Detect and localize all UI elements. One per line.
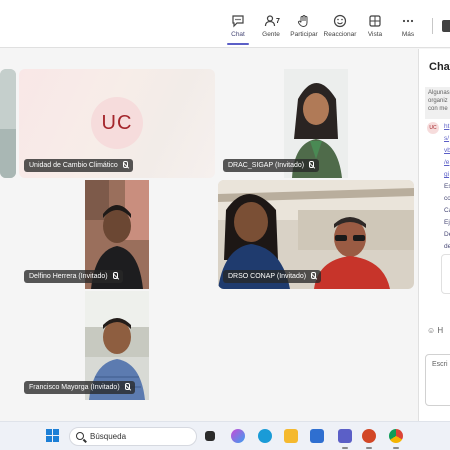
avatar: UC <box>427 122 439 134</box>
toolbar-divider <box>432 18 433 34</box>
people-hint: ☺ H <box>427 326 443 335</box>
mic-muted-icon <box>112 272 118 279</box>
chat-message: ht s/ vb /e gi Es co Ca Ej De de <box>444 121 450 253</box>
smile-icon <box>333 14 347 28</box>
chrome-icon[interactable] <box>389 429 403 443</box>
people-hint-text: H <box>437 326 444 335</box>
participant-video <box>0 69 16 178</box>
grid-icon <box>369 15 381 27</box>
message-link[interactable]: vb <box>444 145 450 157</box>
chat-icon <box>232 15 244 28</box>
copilot-icon[interactable] <box>231 429 245 443</box>
notice-line: organiz <box>428 98 448 104</box>
mic-muted-icon <box>122 161 128 168</box>
more-button[interactable]: Más <box>388 14 428 38</box>
message-link[interactable]: ht <box>444 121 450 133</box>
teams-icon[interactable] <box>338 429 352 443</box>
participant-name-tag: DRAC_SIGAP (Invitado) <box>223 159 320 172</box>
chat-notice: Algunas organiz con me <box>425 87 450 119</box>
message-line: de <box>444 243 450 250</box>
participant-tile-drso-conap[interactable]: DRSO CONAP (Invitado) <box>218 180 414 289</box>
participant-name: Unidad de Cambio Climático <box>29 162 118 169</box>
view-label: Vista <box>367 31 383 38</box>
store-icon[interactable] <box>310 429 324 443</box>
chat-label: Chat <box>231 31 245 38</box>
raise-hand-button[interactable]: Participar <box>284 14 324 38</box>
message-attachment[interactable] <box>441 254 450 294</box>
camera-icon[interactable] <box>442 20 450 32</box>
mic-muted-icon <box>124 383 130 390</box>
search-icon <box>76 432 84 440</box>
participant-tile-delfino-herrera[interactable]: Delfino Herrera (Invitado) <box>19 180 215 289</box>
message-line: De <box>444 231 450 238</box>
participant-name: DRAC_SIGAP (Invitado) <box>228 162 305 169</box>
raise-hand-label: Participar <box>290 31 318 38</box>
task-view-icon[interactable] <box>205 431 215 441</box>
participant-tile-drac-sigap[interactable]: DRAC_SIGAP (Invitado) <box>218 69 414 178</box>
meeting-stage: UC Unidad de Cambio Climático DRAC_SIGAP… <box>0 49 418 421</box>
more-label: Más <box>401 31 415 38</box>
participant-name: DRSO CONAP (Invitado) <box>228 273 307 280</box>
message-link[interactable]: s/ <box>444 133 450 145</box>
meeting-toolbar: Chat 7 Gente Participar Reaccionar Vista… <box>0 0 450 48</box>
participant-tile-partial[interactable] <box>0 69 16 178</box>
participant-name-tag: Unidad de Cambio Climático <box>24 159 133 172</box>
message-link[interactable]: gi <box>444 169 450 181</box>
compose-message-input[interactable]: Escri <box>425 354 450 406</box>
people-label: Gente <box>262 31 280 38</box>
compose-placeholder: Escri <box>432 361 448 368</box>
participant-name: Delfino Herrera (Invitado) <box>29 273 108 280</box>
windows-start-icon[interactable] <box>46 429 60 443</box>
edge-icon[interactable] <box>258 429 272 443</box>
avatar: UC <box>91 97 143 149</box>
search-placeholder: Búsqueda <box>90 432 127 441</box>
chat-panel-title: Chat <box>429 61 450 73</box>
notice-line: Algunas <box>428 90 450 96</box>
more-icon <box>402 19 414 23</box>
participant-name-tag: Delfino Herrera (Invitado) <box>24 270 123 283</box>
participant-tile-francisco-mayorga[interactable]: Francisco Mayorga (Invitado) <box>19 291 215 400</box>
react-button[interactable]: Reaccionar <box>320 14 360 38</box>
active-app-indicator <box>393 447 399 449</box>
message-line: Es <box>444 183 450 190</box>
taskbar-search-input[interactable]: Búsqueda <box>69 427 197 446</box>
chat-panel: Chat Algunas organiz con me UC ht s/ vb … <box>418 49 450 421</box>
participant-name-tag: DRSO CONAP (Invitado) <box>223 270 322 283</box>
windows-taskbar: Búsqueda <box>0 421 450 450</box>
active-app-indicator <box>342 447 348 449</box>
mic-muted-icon <box>309 161 315 168</box>
message-line: co <box>444 195 450 202</box>
message-link[interactable]: /e <box>444 157 450 169</box>
people-icon: ☺ <box>427 326 436 335</box>
active-app-indicator <box>366 447 372 449</box>
mic-muted-icon <box>311 272 317 279</box>
message-line: Ca <box>444 207 450 214</box>
participant-name-tag: Francisco Mayorga (Invitado) <box>24 381 135 394</box>
participant-tile-uc[interactable]: UC Unidad de Cambio Climático <box>19 69 215 178</box>
react-label: Reaccionar <box>323 31 357 38</box>
participant-name: Francisco Mayorga (Invitado) <box>29 384 120 391</box>
file-explorer-icon[interactable] <box>284 429 298 443</box>
people-count: 7 <box>276 18 280 25</box>
raise-hand-icon <box>297 15 308 28</box>
powerpoint-icon[interactable] <box>362 429 376 443</box>
notice-line: con me <box>428 106 448 112</box>
message-line: Ej <box>444 219 450 226</box>
